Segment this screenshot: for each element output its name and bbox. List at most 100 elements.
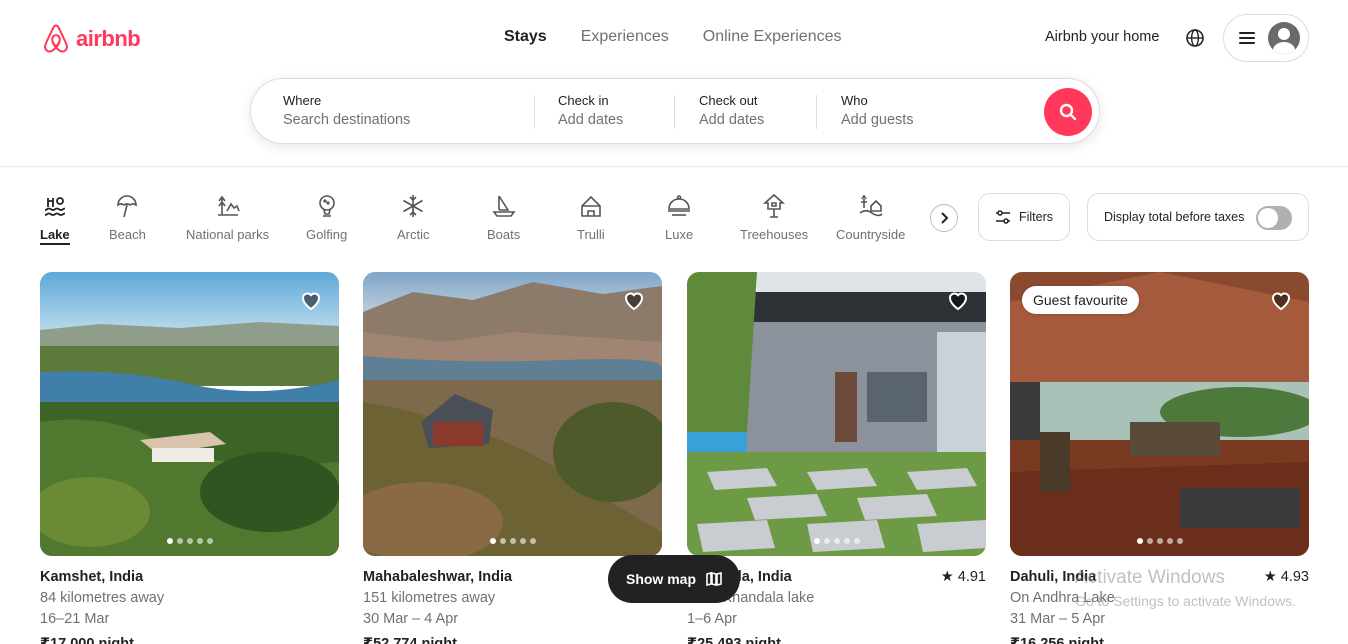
listing-price: ₹16,256 night [1010, 636, 1104, 644]
category-countryside[interactable]: Countryside [836, 193, 905, 242]
search-bar: Where Search destinations Check in Add d… [250, 78, 1100, 144]
listing-photo-image [1010, 272, 1309, 556]
category-luxe[interactable]: Luxe [665, 193, 693, 242]
checkout-value: Add dates [699, 112, 765, 128]
listing-distance: 151 kilometres away [363, 590, 496, 606]
listing-photo[interactable] [687, 272, 986, 556]
search-icon [1059, 103, 1077, 121]
category-label: Trulli [577, 227, 605, 242]
search-button[interactable] [1044, 88, 1092, 136]
category-lake[interactable]: Lake [40, 193, 70, 245]
airbnb-your-home-link[interactable]: Airbnb your home [1045, 29, 1159, 45]
listing-rating: ★ 4.93 [1263, 569, 1309, 585]
listing-rating: ★ 4.91 [940, 569, 986, 585]
divider [534, 95, 535, 129]
who-field[interactable]: Who Add guests [841, 93, 914, 128]
globe-icon[interactable] [1185, 28, 1205, 48]
taxes-label: Display total before taxes [1104, 210, 1245, 224]
category-label: Luxe [665, 227, 694, 242]
listing-price: ₹17,000 night [40, 636, 134, 644]
trulli-icon [581, 195, 601, 217]
map-icon [706, 572, 722, 586]
boat-icon [492, 195, 516, 217]
listing-card[interactable]: Mahabaleshwar, India 151 kilometres away… [363, 272, 662, 644]
stay-type-tabs: Stays Experiences Online Experiences [504, 28, 876, 46]
category-label: Arctic [397, 227, 430, 242]
listing-title: Mahabaleshwar, India [363, 569, 513, 585]
listing-photo[interactable] [363, 272, 662, 556]
chevron-right-icon [941, 212, 949, 224]
filters-button[interactable]: Filters [978, 193, 1070, 241]
taxes-toggle[interactable] [1256, 206, 1292, 230]
treehouse-icon [762, 193, 786, 218]
profile-menu-button[interactable] [1223, 14, 1309, 62]
airbnb-logo[interactable]: airbnb [40, 22, 141, 55]
category-arctic[interactable]: Arctic [397, 193, 430, 242]
category-label: Countryside [836, 227, 906, 242]
avatar-icon [1268, 22, 1300, 54]
listing-card[interactable]: Lonavala, India ★ 4.91 Near Khandala lak… [687, 272, 986, 644]
categories-next-button[interactable] [930, 204, 958, 232]
listing-distance: 84 kilometres away [40, 590, 165, 606]
lake-icon [44, 197, 65, 216]
photo-pagination-dots [1010, 538, 1309, 544]
heart-icon[interactable] [622, 288, 646, 312]
listing-photo-image [40, 272, 339, 556]
listing-price: ₹25,493 night [687, 636, 781, 644]
where-input[interactable]: Search destinations [283, 112, 410, 128]
category-bar: Lake Beach National parks Golfing Arctic… [0, 190, 1348, 246]
photo-pagination-dots [687, 538, 986, 544]
category-label: National parks [186, 227, 270, 242]
listing-price: ₹52,774 night [363, 636, 457, 644]
airbnb-logo-icon [44, 24, 68, 53]
divider [674, 95, 675, 129]
show-map-button[interactable]: Show map [608, 555, 740, 603]
tab-stays[interactable]: Stays [504, 28, 547, 46]
category-beach[interactable]: Beach [109, 193, 146, 242]
tab-online-experiences[interactable]: Online Experiences [703, 28, 842, 46]
category-label: Beach [109, 227, 146, 242]
heart-icon[interactable] [299, 288, 323, 312]
show-map-label: Show map [625, 571, 696, 587]
listing-card[interactable]: Guest favourite Dahuli, India ★ 4.93 On … [1010, 272, 1309, 644]
category-treehouses[interactable]: Treehouses [740, 193, 808, 242]
national-parks-icon [217, 195, 240, 216]
category-golfing[interactable]: Golfing [306, 193, 347, 242]
listing-dates: 1–6 Apr [687, 611, 737, 627]
where-field[interactable]: Where Search destinations [283, 93, 410, 128]
filters-label: Filters [1018, 210, 1054, 224]
guest-favourite-badge: Guest favourite [1022, 286, 1139, 314]
listing-dates: 31 Mar – 5 Apr [1010, 611, 1106, 627]
snowflake-icon [403, 195, 424, 217]
divider [816, 95, 817, 129]
golf-icon [318, 195, 335, 217]
who-value: Add guests [841, 112, 914, 128]
photo-pagination-dots [363, 538, 662, 544]
countryside-icon [859, 194, 883, 217]
display-total-toggle-button[interactable]: Display total before taxes [1087, 193, 1309, 241]
filters-sliders-icon [995, 210, 1010, 224]
heart-icon[interactable] [946, 288, 970, 312]
category-label: Lake [40, 227, 70, 242]
listing-photo[interactable] [40, 272, 339, 556]
tab-experiences[interactable]: Experiences [581, 28, 669, 46]
listing-distance: On Andhra Lake [1010, 590, 1115, 606]
category-label: Treehouses [740, 227, 809, 242]
category-label: Golfing [306, 227, 348, 242]
category-trulli[interactable]: Trulli [577, 193, 605, 242]
photo-pagination-dots [40, 538, 339, 544]
listing-photo[interactable]: Guest favourite [1010, 272, 1309, 556]
listing-card[interactable]: Kamshet, India 84 kilometres away 16–21 … [40, 272, 339, 644]
category-national-parks[interactable]: National parks [186, 193, 269, 242]
hamburger-menu-icon [1239, 31, 1255, 45]
site-header: airbnb Stays Experiences Online Experien… [0, 0, 1348, 167]
heart-icon[interactable] [1269, 288, 1293, 312]
listing-photo-image [363, 272, 662, 556]
checkout-field[interactable]: Check out Add dates [699, 93, 764, 128]
checkout-label: Check out [699, 93, 758, 108]
checkin-field[interactable]: Check in Add dates [558, 93, 623, 128]
who-label: Who [841, 93, 868, 108]
category-boats[interactable]: Boats [487, 193, 520, 242]
listing-title: Dahuli, India [1010, 569, 1097, 585]
listing-dates: 30 Mar – 4 Apr [363, 611, 459, 627]
